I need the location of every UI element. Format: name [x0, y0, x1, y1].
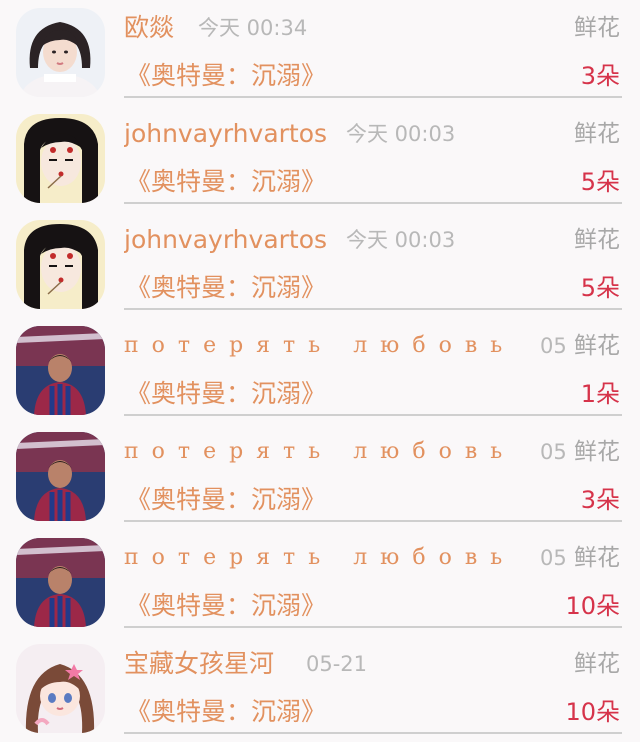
gift-record-list: 欧燚 今天 00:34 鲜花 《奥特曼：沉溺》 3朵 johnvayrhvart… [0, 0, 640, 740]
gift-type: 鲜花 [574, 227, 620, 253]
list-item[interactable]: 欧燚 今天 00:34 鲜花 《奥特曼：沉溺》 3朵 [0, 0, 640, 106]
gift-type: 鲜花 [574, 121, 620, 147]
gift-count: 3朵 [580, 62, 620, 90]
send-time: 05 [540, 334, 567, 358]
list-item[interactable]: потерять любовь 05 鲜花 《奥特曼：沉溺》 1朵 [0, 318, 640, 424]
book-title[interactable]: 《奥特曼：沉溺》 [126, 268, 326, 308]
book-title[interactable]: 《奥特曼：沉溺》 [126, 56, 326, 96]
divider [124, 414, 622, 416]
send-time: 今天 00:03 [346, 122, 456, 146]
book-title[interactable]: 《奥特曼：沉溺》 [126, 162, 326, 202]
divider [124, 96, 622, 98]
sender-name[interactable]: johnvayrhvartos [124, 116, 327, 152]
divider [124, 202, 622, 204]
send-time: 今天 00:34 [198, 16, 308, 40]
book-title[interactable]: 《奥特曼：沉溺》 [126, 480, 326, 520]
gift-count: 5朵 [580, 274, 620, 302]
avatar-portrait-icon [16, 432, 105, 521]
sender-name[interactable]: 欧燚 [124, 10, 174, 46]
gift-count: 5朵 [580, 168, 620, 196]
avatar-portrait-icon [16, 326, 105, 415]
sender-name[interactable]: потерять любовь [124, 434, 515, 470]
divider [124, 626, 622, 628]
gift-count: 10朵 [565, 698, 620, 726]
avatar[interactable] [16, 8, 105, 97]
send-time: 05 [540, 440, 567, 464]
send-time: 05 [540, 546, 567, 570]
divider [124, 520, 622, 522]
avatar[interactable] [16, 538, 105, 627]
list-item[interactable]: johnvayrhvartos 今天 00:03 鲜花 《奥特曼：沉溺》 5朵 [0, 212, 640, 318]
gift-type: 鲜花 [574, 545, 620, 571]
avatar-portrait-icon [16, 538, 105, 627]
avatar-portrait-icon [16, 644, 105, 733]
avatar-portrait-icon [16, 220, 105, 309]
gift-type: 鲜花 [574, 15, 620, 41]
book-title[interactable]: 《奥特曼：沉溺》 [126, 374, 326, 414]
sender-name[interactable]: потерять любовь [124, 540, 515, 576]
book-title[interactable]: 《奥特曼：沉溺》 [126, 586, 326, 626]
avatar-portrait-icon [16, 114, 105, 203]
avatar[interactable] [16, 644, 105, 733]
divider [124, 732, 622, 734]
gift-count: 10朵 [565, 592, 620, 620]
sender-name[interactable]: johnvayrhvartos [124, 222, 327, 258]
send-time: 05-21 [306, 652, 368, 676]
send-time: 今天 00:03 [346, 228, 456, 252]
list-item[interactable]: johnvayrhvartos 今天 00:03 鲜花 《奥特曼：沉溺》 5朵 [0, 106, 640, 212]
list-item[interactable]: 宝藏女孩星河 05-21 鲜花 《奥特曼：沉溺》 10朵 [0, 636, 640, 742]
gift-type: 鲜花 [574, 651, 620, 677]
avatar[interactable] [16, 326, 105, 415]
gift-type: 鲜花 [574, 333, 620, 359]
avatar[interactable] [16, 114, 105, 203]
sender-name[interactable]: 宝藏女孩星河 [124, 646, 274, 682]
book-title[interactable]: 《奥特曼：沉溺》 [126, 692, 326, 732]
gift-type: 鲜花 [574, 439, 620, 465]
gift-count: 1朵 [580, 380, 620, 408]
list-item[interactable]: потерять любовь 05 鲜花 《奥特曼：沉溺》 3朵 [0, 424, 640, 530]
gift-count: 3朵 [580, 486, 620, 514]
divider [124, 308, 622, 310]
avatar[interactable] [16, 432, 105, 521]
avatar[interactable] [16, 220, 105, 309]
sender-name[interactable]: потерять любовь [124, 328, 515, 364]
avatar-portrait-icon [16, 8, 105, 97]
list-item[interactable]: потерять любовь 05 鲜花 《奥特曼：沉溺》 10朵 [0, 530, 640, 636]
